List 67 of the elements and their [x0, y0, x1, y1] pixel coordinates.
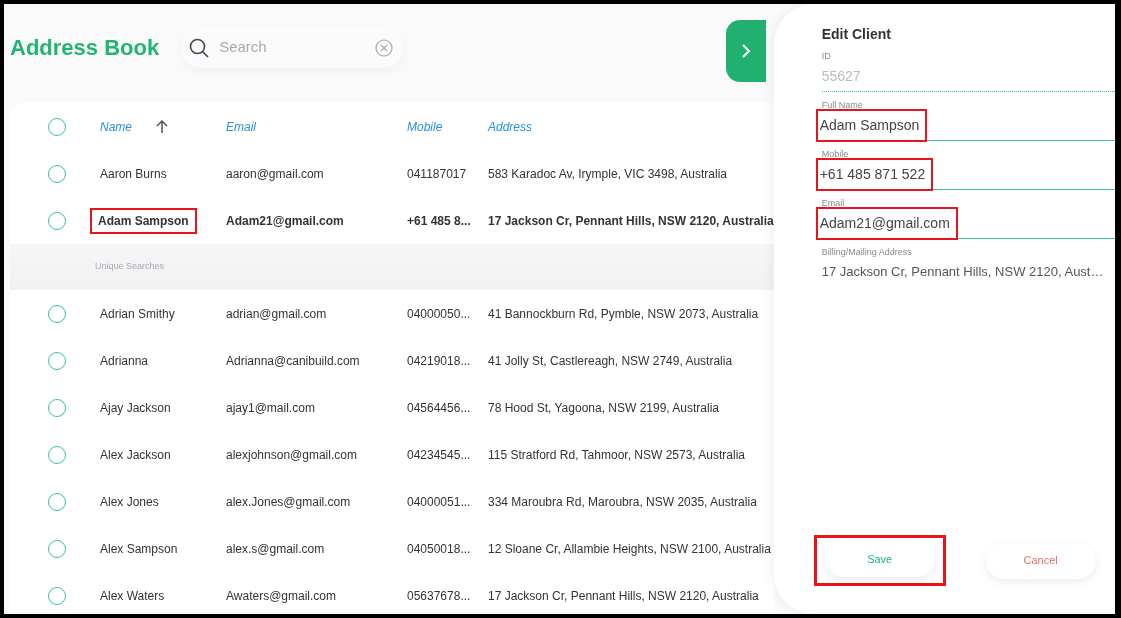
table-cell: 17 Jackson Cr, Pennant Hills, NSW 2120, Australia	[488, 588, 759, 603]
table-cell: Alex Sampson	[100, 541, 178, 556]
section-label: Unique Searches	[95, 260, 165, 274]
table-cell: 583 Karadoc Av, Irymple, VIC 3498, Australia	[488, 166, 728, 181]
text-field[interactable]: +61 485 871 522	[821, 160, 1115, 190]
field-label: Billing/Mailing Address	[821, 247, 913, 258]
field-label: Full Name	[821, 100, 864, 111]
table-cell: 04000050...	[407, 306, 471, 321]
field-value: 17 Jackson Cr, Pennant Hills, NSW 2120, Aust…	[821, 263, 1105, 281]
table-row[interactable]: Alex Jones alex.Jones@gmail.com 04000051... 334 Maroubra Rd, Maroubra, NSW 2035, Australia	[10, 478, 774, 525]
table-cell: 12 Sloane Cr, Allambie Heights, NSW 2100, Australia	[488, 541, 771, 556]
table-row[interactable]: Adrianna Adrianna@canibuild.com 04219018... 41 Jolly St, Castlereagh, NSW 2749, Australia	[10, 337, 774, 384]
search-field[interactable]: Search	[217, 35, 368, 60]
column-header[interactable]: Email	[226, 117, 256, 136]
table-cell: 334 Maroubra Rd, Maroubra, NSW 2035, Australia	[488, 494, 757, 509]
table-cell: aaron@gmail.com	[226, 166, 324, 181]
field-value: 55627	[821, 67, 862, 86]
field-label: ID	[821, 51, 832, 62]
chevron-right-icon	[741, 44, 751, 58]
table-cell: Adrianna@canibuild.com	[226, 353, 360, 368]
table-cell: 04219018...	[407, 353, 471, 368]
text-field[interactable]: Adam21@gmail.com	[821, 209, 1115, 239]
table-cell: adrian@gmail.com	[226, 306, 327, 321]
sort-arrow-icon[interactable]	[156, 119, 168, 134]
table-cell: Alex Jones	[100, 494, 159, 509]
table-cell: Alex Jackson	[100, 447, 171, 462]
table-row[interactable]: Adrian Smithy adrian@gmail.com 04000050... 41 Bannockburn Rd, Pymble, NSW 2073, Australia	[10, 290, 774, 337]
table-cell: Adrianna	[100, 353, 149, 368]
table-row[interactable]: Alex Waters Awaters@gmail.com 05637678... 17 Jackson Cr, Pennant Hills, NSW 2120, Australia	[10, 572, 774, 614]
text-field[interactable]: Adam Sampson	[821, 111, 1115, 141]
search-icon	[189, 37, 210, 58]
column-header[interactable]: Mobile	[407, 117, 443, 136]
app-title: Address Book	[10, 34, 160, 62]
table-cell: alex.Jones@gmail.com	[226, 494, 351, 509]
table-cell: 78 Hood St, Yagoona, NSW 2199, Australia	[488, 400, 720, 415]
table-cell: 04050018...	[407, 541, 471, 556]
field-label: Email	[821, 198, 846, 209]
table-row[interactable]: Ajay Jackson ajay1@mail.com 04564456... 78 Hood St, Yagoona, NSW 2199, Australia	[10, 384, 774, 431]
table-cell: alexjohnson@gmail.com	[226, 447, 357, 462]
table-row[interactable]: Aaron Burns aaron@gmail.com 041187017 583 Karadoc Av, Irymple, VIC 3498, Australia	[10, 150, 774, 197]
table-cell: Ajay Jackson	[100, 400, 171, 415]
table-cell: +61 485 8...	[407, 213, 471, 228]
clear-icon[interactable]	[375, 38, 394, 57]
column-header[interactable]: Name	[100, 117, 168, 136]
table-row[interactable]: Alex Sampson alex.s@gmail.com 04050018... 12 Sloane Cr, Allambie Heights, NSW 2100, Australia	[10, 525, 774, 572]
field-label: Mobile	[821, 149, 850, 160]
table-cell: 04000051...	[407, 494, 471, 509]
table-cell: 41 Jolly St, Castlereagh, NSW 2749, Australia	[488, 353, 733, 368]
table-cell: Adam21@gmail.com	[226, 213, 344, 228]
table-cell: 05637678...	[407, 588, 471, 603]
table-cell: 115 Stratford Rd, Tahmoor, NSW 2573, Australia	[488, 447, 746, 462]
table-cell: 041187017	[407, 166, 467, 181]
collapse-panel-button[interactable]	[726, 20, 766, 82]
table-row[interactable]: Alex Jackson alexjohnson@gmail.com 04234545... 115 Stratford Rd, Tahmoor, NSW 2573, Australia	[10, 431, 774, 478]
table-cell: alex.s@gmail.com	[226, 541, 325, 556]
table-cell: 04564456...	[407, 400, 471, 415]
table-cell: ajay1@mail.com	[226, 400, 315, 415]
table-cell: Adam Sampson	[92, 209, 195, 232]
table-cell: Alex Waters	[100, 588, 165, 603]
table-cell: 17 Jackson Cr, Pennant Hills, NSW 2120, Australia	[488, 213, 774, 228]
table-cell: 41 Bannockburn Rd, Pymble, NSW 2073, Australia	[488, 306, 759, 321]
panel-title: Edit Client	[821, 25, 892, 44]
table-cell: Aaron Burns	[100, 166, 167, 181]
table-cell: Awaters@gmail.com	[226, 588, 336, 603]
column-header[interactable]: Address	[488, 117, 533, 136]
table-cell: Adrian Smithy	[100, 306, 175, 321]
table-cell: 04234545...	[407, 447, 471, 462]
